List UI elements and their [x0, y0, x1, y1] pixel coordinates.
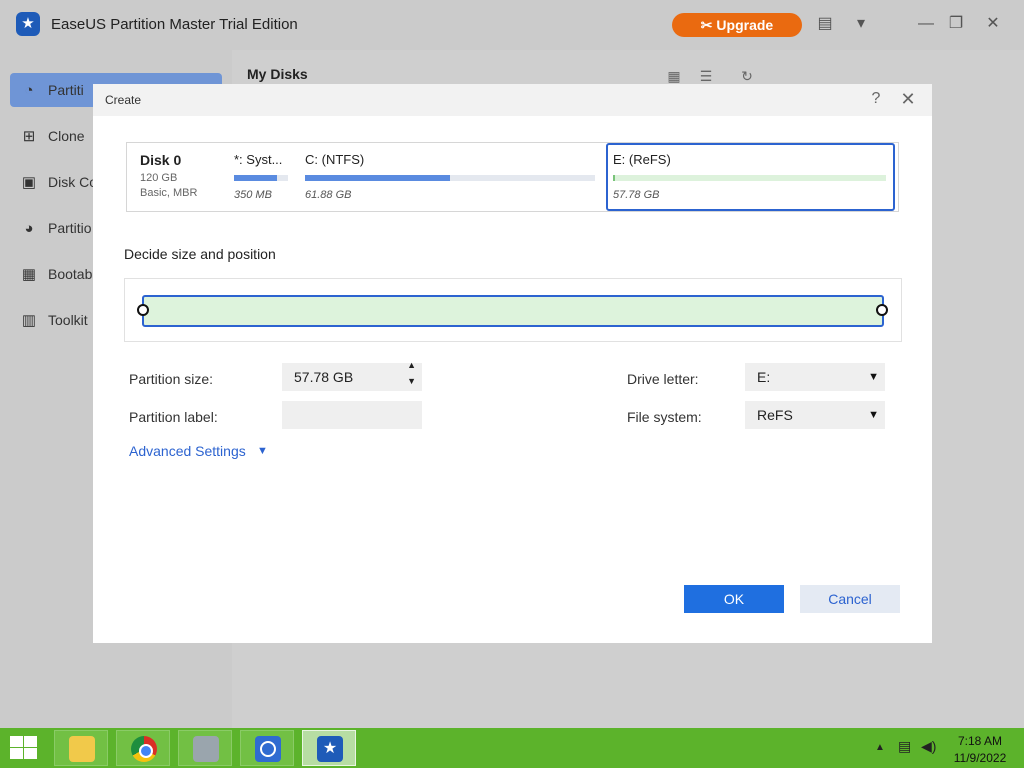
- chrome-icon: [131, 736, 157, 762]
- partition-size-slider[interactable]: [142, 295, 884, 327]
- taskbar-file-explorer[interactable]: [54, 730, 108, 766]
- partition-e-selected[interactable]: E: (ReFS) 57.78 GB: [606, 143, 895, 211]
- partition-c-name: C: (NTFS): [305, 152, 365, 167]
- chevron-down-icon: ▼: [868, 371, 879, 383]
- partition-recovery-icon: ◕: [24, 220, 34, 237]
- taskbar-easeus[interactable]: ★: [302, 730, 356, 766]
- partition-size-stepper[interactable]: 57.78 GB ▲ ▼: [282, 360, 422, 391]
- drive-letter-select[interactable]: E: ▼: [745, 363, 885, 391]
- file-system-label: File system:: [627, 409, 702, 425]
- drive-letter-label: Drive letter:: [627, 371, 699, 387]
- file-system-select[interactable]: ReFS ▼: [745, 401, 885, 429]
- refresh-icon[interactable]: ↻: [738, 68, 756, 85]
- size-position-heading: Decide size and position: [124, 246, 276, 262]
- dialog-title: Create: [105, 93, 142, 107]
- sidebar-item-label: Partitio: [48, 220, 92, 236]
- disk-type: Basic, MBR: [140, 187, 198, 199]
- list-view-icon[interactable]: ☰: [697, 68, 715, 85]
- disk-name: Disk 0: [140, 152, 182, 168]
- cancel-button[interactable]: Cancel: [800, 585, 900, 613]
- disk-size: 120 GB: [140, 172, 178, 184]
- taskbar-drive[interactable]: [178, 730, 232, 766]
- partition-size-label: Partition size:: [129, 371, 214, 387]
- partition-e-name: E: (ReFS): [613, 152, 671, 167]
- partition-c-usage-bar: [305, 175, 595, 181]
- sidebar-item-label: Toolkit: [48, 312, 88, 328]
- partition-e-usage-bar: [613, 175, 886, 181]
- taskbar-chrome[interactable]: [116, 730, 170, 766]
- create-dialog: Create ? ✕ Disk 0 120 GB Basic, MBR *: S…: [93, 84, 932, 643]
- network-icon[interactable]: ▤: [898, 738, 911, 755]
- partition-e-size: 57.78 GB: [613, 189, 660, 201]
- ok-button[interactable]: OK: [684, 585, 784, 613]
- feedback-icon[interactable]: ▤: [814, 13, 836, 35]
- partition-usage-fill: [305, 175, 450, 181]
- chevron-down-icon: ▼: [868, 409, 879, 421]
- pie-chart-icon: ◔: [24, 82, 34, 99]
- menu-icon[interactable]: ▾: [850, 13, 872, 35]
- restore-icon[interactable]: ❐: [945, 13, 967, 35]
- disk-icon: ▣: [21, 174, 37, 191]
- dialog-close-icon[interactable]: ✕: [899, 89, 917, 110]
- partition-usage-fill: [613, 175, 615, 181]
- help-icon[interactable]: ?: [867, 90, 885, 108]
- disk-map: Disk 0 120 GB Basic, MBR *: Syst... 350 …: [126, 142, 899, 212]
- drive-icon: [193, 736, 219, 762]
- upgrade-icon: ✂: [700, 17, 717, 33]
- main-heading: My Disks: [247, 66, 308, 82]
- tray-chevron-up-icon[interactable]: ▲: [875, 742, 885, 753]
- partition-c-size: 61.88 GB: [305, 189, 352, 201]
- caret-down-icon[interactable]: ▼: [257, 445, 268, 457]
- easeus-icon: ★: [317, 736, 343, 762]
- partition-label-input[interactable]: [282, 401, 422, 429]
- sidebar-item-label: Partiti: [48, 82, 84, 98]
- upgrade-label: Upgrade: [716, 17, 774, 33]
- slider-right-handle[interactable]: [876, 304, 888, 316]
- sidebar-item-label: Disk Co: [48, 174, 98, 190]
- clock-time[interactable]: 7:18 AM: [952, 734, 1008, 748]
- close-icon[interactable]: ✕: [982, 13, 1004, 35]
- grid-view-icon[interactable]: ▦: [665, 68, 683, 85]
- clone-icon: ⊞: [22, 128, 36, 145]
- stepper-down-icon[interactable]: ▼: [407, 375, 416, 387]
- usb-icon: ▦: [21, 266, 37, 283]
- file-system-value: ReFS: [757, 407, 793, 423]
- slider-left-handle[interactable]: [137, 304, 149, 316]
- dialog-header: [93, 84, 932, 116]
- windows-start-icon[interactable]: [8, 735, 38, 761]
- stepper-up-icon[interactable]: ▲: [407, 359, 416, 371]
- partition-size-value: 57.78 GB: [294, 369, 354, 385]
- partition-system-usage-bar: [234, 175, 288, 181]
- toolkit-icon: ▥: [21, 312, 37, 329]
- app-icon: [255, 736, 281, 762]
- sidebar-item-label: Bootab: [48, 266, 93, 282]
- taskbar-app[interactable]: [240, 730, 294, 766]
- partition-system-size: 350 MB: [234, 189, 272, 201]
- partition-usage-fill: [234, 175, 278, 181]
- clock-date[interactable]: 11/9/2022: [952, 751, 1008, 765]
- advanced-settings-link[interactable]: Advanced Settings: [129, 443, 246, 459]
- app-title: EaseUS Partition Master Trial Edition: [51, 16, 298, 33]
- volume-icon[interactable]: ◀): [921, 738, 936, 755]
- partition-system-name: *: Syst...: [234, 152, 283, 167]
- sidebar-item-label: Clone: [48, 128, 85, 144]
- drive-letter-value: E:: [757, 369, 771, 385]
- file-explorer-icon: [69, 736, 95, 762]
- upgrade-button[interactable]: ✂ Upgrade: [672, 13, 802, 37]
- partition-label-label: Partition label:: [129, 409, 218, 425]
- minimize-icon[interactable]: —: [915, 13, 937, 35]
- app-logo-icon: ★: [16, 12, 40, 36]
